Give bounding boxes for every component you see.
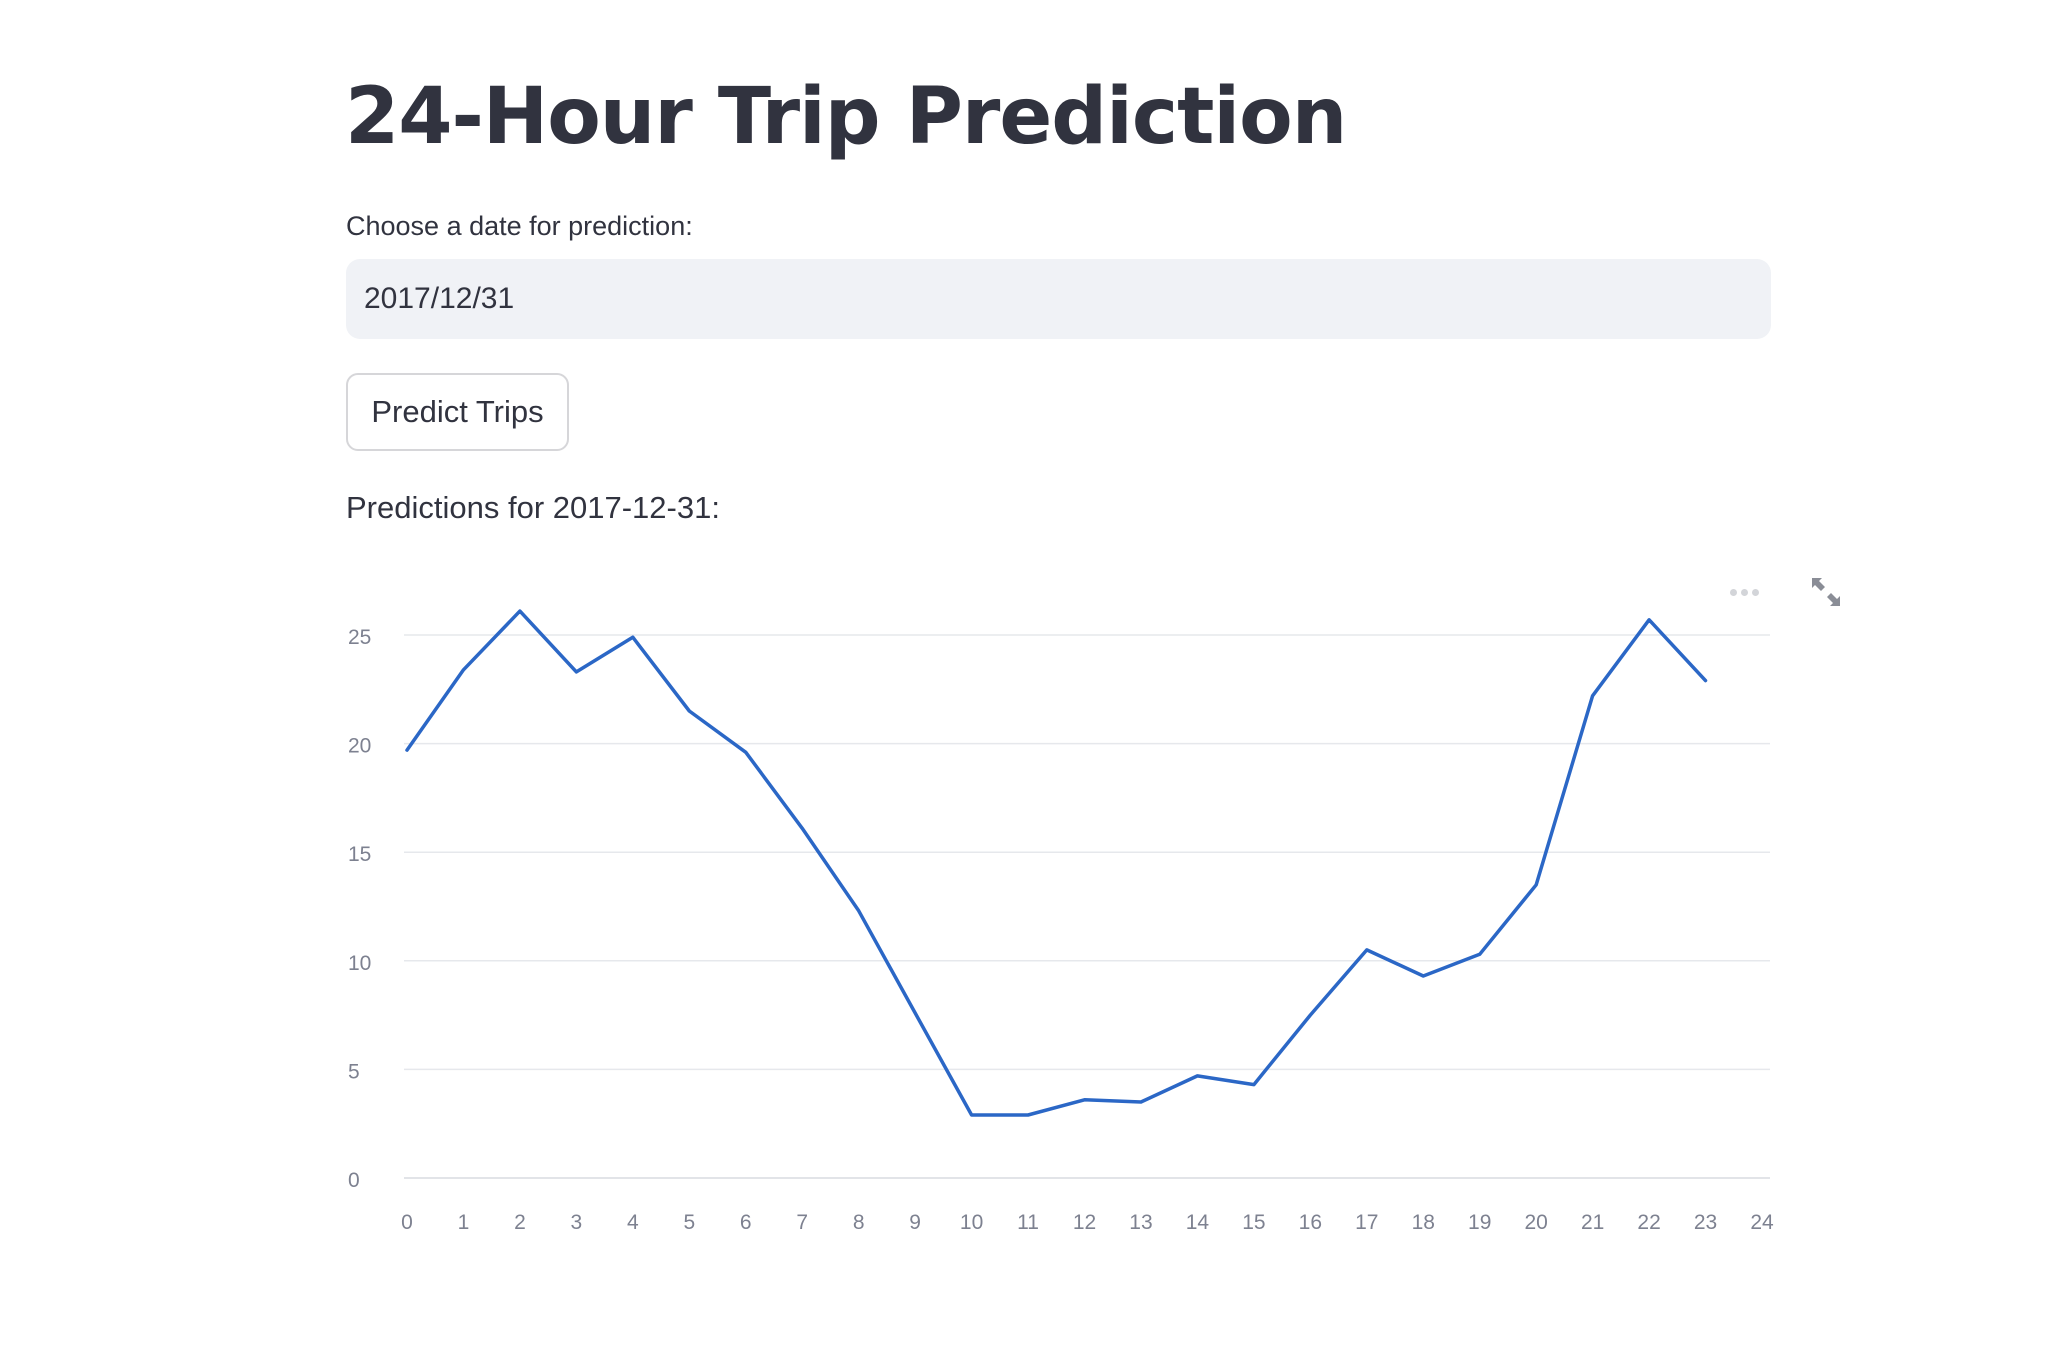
x-tick-label: 10 <box>960 1211 983 1234</box>
x-tick-label: 2 <box>514 1211 526 1234</box>
x-tick-label: 7 <box>796 1211 808 1234</box>
y-tick-label: 10 <box>348 952 371 975</box>
predictions-heading: Predictions for 2017-12-31: <box>346 490 720 525</box>
y-tick-label: 25 <box>348 626 371 649</box>
x-tick-label: 16 <box>1299 1211 1322 1234</box>
x-tick-label: 14 <box>1186 1211 1210 1234</box>
x-tick-label: 4 <box>627 1211 639 1234</box>
x-tick-label: 13 <box>1129 1211 1152 1234</box>
more-dot <box>1751 588 1759 596</box>
x-tick-label: 1 <box>458 1211 470 1234</box>
x-tick-label: 18 <box>1412 1211 1435 1234</box>
x-tick-label: 8 <box>853 1211 865 1234</box>
date-input-label: Choose a date for prediction: <box>346 211 693 241</box>
x-tick-label: 6 <box>740 1211 752 1234</box>
y-tick-label: 15 <box>348 843 371 866</box>
x-tick-label: 12 <box>1073 1211 1096 1234</box>
x-tick-label: 20 <box>1524 1211 1547 1234</box>
x-tick-label: 19 <box>1468 1211 1491 1234</box>
y-tick-label: 5 <box>348 1060 360 1083</box>
x-tick-label: 24 <box>1750 1211 1774 1234</box>
x-tick-label: 5 <box>683 1211 695 1234</box>
more-options-icon[interactable] <box>1726 574 1762 610</box>
x-tick-label: 3 <box>571 1211 583 1234</box>
date-input[interactable] <box>346 259 1771 339</box>
more-dot <box>1729 588 1737 596</box>
x-tick-label: 23 <box>1694 1211 1717 1234</box>
y-tick-label: 0 <box>348 1169 360 1192</box>
predict-trips-button[interactable]: Predict Trips <box>346 373 569 451</box>
expand-icon-glyph <box>1812 578 1840 606</box>
page-title: 24-Hour Trip Prediction <box>345 72 1347 162</box>
x-tick-label: 21 <box>1581 1211 1604 1234</box>
x-tick-label: 22 <box>1637 1211 1660 1234</box>
more-dot <box>1740 588 1748 596</box>
x-tick-label: 17 <box>1355 1211 1378 1234</box>
x-tick-label: 0 <box>401 1211 413 1234</box>
x-tick-label: 15 <box>1242 1211 1265 1234</box>
x-tick-label: 9 <box>909 1211 921 1234</box>
series-line <box>405 609 1708 1117</box>
expand-icon[interactable] <box>1808 574 1844 610</box>
y-tick-label: 20 <box>348 735 371 758</box>
x-tick-label: 11 <box>1017 1211 1039 1234</box>
trip-prediction-chart: 05101520250 1 2 3 4 5 6 7 8 9 10 11 12 13 14 15 16 17 18 19… <box>348 609 1774 1234</box>
